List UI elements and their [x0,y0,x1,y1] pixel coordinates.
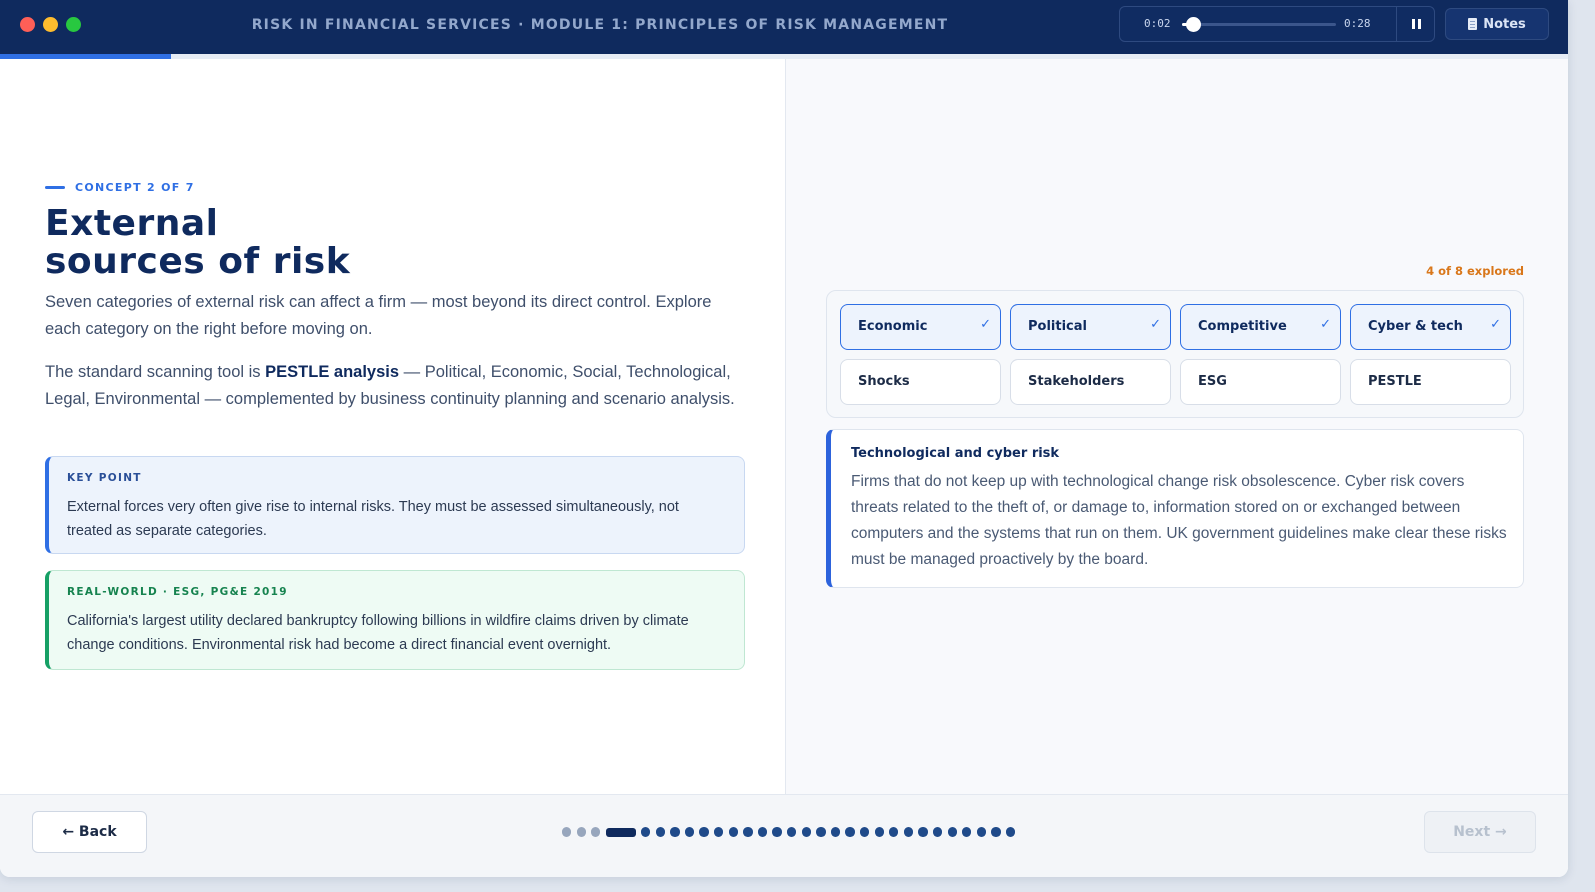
concept-pestle-paragraph: The standard scanning tool is PESTLE ana… [45,359,750,413]
concept-counter: CONCEPT 2 OF 7 [45,181,195,194]
step-dot[interactable] [787,827,797,837]
top-bar: RISK IN FINANCIAL SERVICES · MODULE 1: P… [0,0,1568,54]
category-chip-shocks[interactable]: Shocks [840,359,1001,405]
back-button[interactable]: ← Back [32,811,147,853]
pestle-highlight: PESTLE analysis [265,363,400,381]
checkmark-icon: ✓ [1490,317,1501,332]
step-dot[interactable] [562,827,572,837]
real-world-label: REAL-WORLD · ESG, PG&E 2019 [67,586,288,598]
key-point-callout: KEY POINT External forces very often giv… [45,456,745,554]
pause-icon-bar [1418,19,1421,29]
step-dot[interactable] [801,827,811,837]
eyebrow-dash [45,186,65,189]
pause-button[interactable] [1396,6,1436,42]
step-dot[interactable] [830,827,841,837]
step-dot[interactable] [816,827,826,837]
maximize-window-button[interactable] [66,17,81,32]
step-dot[interactable] [859,827,870,837]
checkmark-icon: ✓ [980,317,991,332]
total-time: 0:28 [1344,17,1371,30]
close-window-button[interactable] [20,17,35,32]
step-dot[interactable] [976,827,987,837]
audio-player: 0:02 0:28 [1119,6,1435,42]
step-dot[interactable] [728,827,738,837]
category-chip-economic[interactable]: Economic ✓ [840,304,1001,350]
category-chip-esg[interactable]: ESG [1180,359,1341,405]
step-dot[interactable] [962,827,972,837]
concept-title-line1: External [45,203,219,244]
audio-scrubber[interactable] [1182,17,1336,32]
notes-icon [1468,18,1478,30]
category-chip-cyber-tech[interactable]: Cyber & tech ✓ [1350,304,1511,350]
category-chip-stakeholders[interactable]: Stakeholders [1010,359,1171,405]
step-dot[interactable] [918,827,928,837]
step-dot[interactable] [591,827,601,837]
step-dots [562,827,1016,837]
key-point-label: KEY POINT [67,472,142,484]
category-chip-label: PESTLE [1368,374,1422,389]
pause-icon [1412,19,1415,29]
step-dot[interactable] [684,827,695,837]
category-chip-label: Political [1028,319,1087,334]
concept-counter-text: CONCEPT 2 OF 7 [75,181,195,194]
detail-body: Firms that do not keep up with technolog… [851,473,1507,568]
category-chip-label: Competitive [1198,319,1287,334]
step-dot[interactable] [845,827,855,837]
step-dot[interactable] [641,827,651,837]
minimize-window-button[interactable] [43,17,58,32]
concept-pane: CONCEPT 2 OF 7 External sources of risk … [0,59,785,794]
concept-title: External sources of risk [45,205,645,281]
checkmark-icon: ✓ [1150,317,1161,332]
current-time: 0:02 [1144,17,1171,30]
pestle-text-before: The standard scanning tool is [45,363,266,381]
detail-title: Technological and cyber risk [851,446,1060,461]
footer-nav: ← Back Next → [0,794,1568,877]
category-chip-political[interactable]: Political ✓ [1010,304,1171,350]
step-dot[interactable] [576,827,586,837]
next-button[interactable]: Next → [1424,811,1536,853]
step-dot[interactable] [889,827,899,837]
concept-title-line2: sources of risk [45,241,351,282]
notes-label: Notes [1483,16,1526,32]
category-chip-label: ESG [1198,374,1227,389]
key-point-text: External forces very often give rise to … [67,499,679,539]
category-chip-label: Shocks [858,374,910,389]
category-chip-label: Cyber & tech [1368,319,1463,334]
category-chip-competitive[interactable]: Competitive ✓ [1180,304,1341,350]
step-dot[interactable] [903,827,914,837]
step-dot[interactable] [1005,827,1016,837]
category-chip-grid: Economic ✓ Political ✓ Competitive ✓ Cyber & t… [826,290,1524,418]
step-dot[interactable] [991,827,1001,837]
real-world-callout: REAL-WORLD · ESG, PG&E 2019 California's… [45,570,745,670]
category-detail-card: Technological and cyber risk Firms that … [826,429,1524,588]
step-dot[interactable] [670,827,680,837]
step-dot[interactable] [655,827,665,837]
step-dot[interactable] [743,827,753,837]
course-title: RISK IN FINANCIAL SERVICES · MODULE 1: P… [251,17,949,33]
step-dot[interactable] [947,827,957,837]
step-dot[interactable] [932,827,943,837]
concept-intro: Seven categories of external risk can af… [45,293,712,338]
step-dot[interactable] [714,827,724,837]
step-dot[interactable] [772,827,782,837]
step-dot[interactable] [874,827,884,837]
step-dot[interactable] [699,827,709,837]
app-window: RISK IN FINANCIAL SERVICES · MODULE 1: P… [0,0,1568,877]
notes-button[interactable]: Notes [1445,8,1549,40]
category-chip-label: Stakeholders [1028,374,1125,389]
explorer-pane: 4 of 8 explored Economic ✓ Political ✓ Compe… [785,59,1568,794]
category-chip-label: Economic [858,319,928,334]
category-chip-pestle[interactable]: PESTLE [1350,359,1511,405]
step-dot[interactable] [757,827,768,837]
step-dot-current[interactable] [605,827,636,837]
real-world-text: California's largest utility declared ba… [67,613,689,653]
audio-scrubber-thumb[interactable] [1185,17,1201,32]
checkmark-icon: ✓ [1320,317,1331,332]
explored-count: 4 of 8 explored [1426,264,1524,278]
